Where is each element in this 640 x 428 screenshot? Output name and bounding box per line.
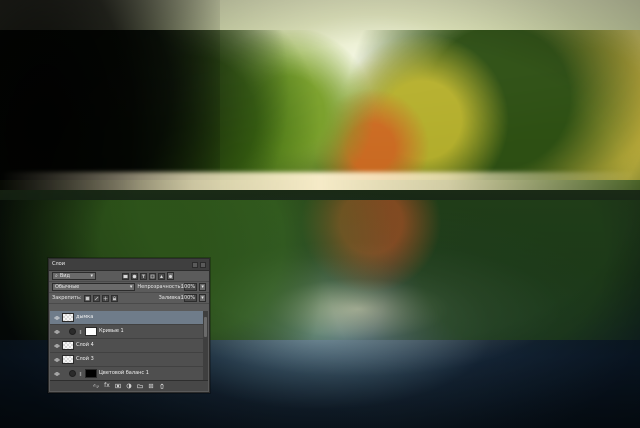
chevron-down-icon: ▾ (129, 283, 133, 290)
layers-bottom-bar: fx (50, 380, 208, 391)
blend-mode-value: Обычные (55, 283, 80, 290)
search-icon: ⌕ (55, 272, 58, 279)
blend-mode-select[interactable]: Обычные ▾ (52, 283, 136, 291)
layer-row-sloy3[interactable]: Слой 3 (50, 353, 208, 367)
fx-label: fx (104, 382, 110, 389)
eye-icon[interactable] (53, 370, 60, 377)
layer-name: Слой 4 (76, 342, 94, 348)
layer-name: дымка (76, 314, 94, 320)
filter-row: ⌕ Вид ▾ (49, 271, 209, 282)
filter-shape-icon[interactable] (149, 272, 156, 280)
layer-name: Слой 3 (76, 356, 94, 362)
new-group-icon[interactable] (136, 383, 144, 390)
filter-adjustment-icon[interactable] (131, 272, 138, 280)
layer-filter-select[interactable]: ⌕ Вид ▾ (52, 272, 96, 280)
layer-mask-thumbnail (85, 369, 97, 378)
new-layer-icon[interactable] (147, 383, 155, 390)
adjustment-layer-icon (69, 328, 76, 335)
layers-list[interactable]: дымка Кривые 1 Слой 4 Слой 3 Цветовой ба… (50, 311, 208, 380)
lock-transparent-pixels-icon[interactable] (83, 294, 91, 302)
layers-panel-titlebar[interactable]: Слои (49, 259, 209, 271)
layer-thumbnail (62, 355, 74, 364)
lock-image-pixels-icon[interactable] (92, 294, 100, 302)
new-adjustment-layer-icon[interactable] (125, 383, 133, 390)
filter-smart-object-icon[interactable] (158, 272, 165, 280)
filter-pixel-icon[interactable] (122, 272, 129, 280)
eye-icon[interactable] (53, 356, 60, 363)
layer-filter-value: Вид (59, 272, 70, 279)
layers-scrollbar[interactable] (203, 311, 208, 380)
lock-fill-row: Закрепить: Заливка: 100% ▾ (49, 293, 209, 304)
layer-row-sloy4[interactable]: Слой 4 (50, 339, 208, 353)
layer-name: Цветовой баланс 1 (99, 370, 149, 376)
document-canvas[interactable]: Слои ⌕ Вид ▾ Обычные ▾ Непрозрачность: 1… (0, 0, 640, 428)
lock-position-icon[interactable] (101, 294, 109, 302)
lock-all-icon[interactable] (110, 294, 118, 302)
eye-icon[interactable] (53, 342, 60, 349)
layer-row-dymka[interactable]: дымка (50, 311, 208, 325)
link-icon (78, 328, 83, 335)
panel-titlebar-controls (192, 261, 206, 268)
eye-icon[interactable] (53, 314, 60, 321)
layers-panel-title: Слои (52, 261, 65, 267)
eye-icon[interactable] (53, 328, 60, 335)
fill-slider-button[interactable]: ▾ (199, 294, 206, 302)
blend-opacity-row: Обычные ▾ Непрозрачность: 100% ▾ (49, 282, 209, 293)
delete-layer-icon[interactable] (158, 383, 166, 390)
layer-thumbnail (62, 313, 74, 322)
panel-close-button[interactable] (200, 261, 206, 268)
filter-toggle[interactable] (167, 272, 174, 280)
opacity-slider-button[interactable]: ▾ (199, 283, 206, 291)
add-mask-icon[interactable] (114, 383, 122, 390)
layers-panel[interactable]: Слои ⌕ Вид ▾ Обычные ▾ Непрозрачность: 1… (48, 258, 210, 393)
layer-row-color-balance[interactable]: Цветовой баланс 1 (50, 367, 208, 380)
layer-styles-button[interactable]: fx (103, 383, 111, 390)
opacity-value[interactable]: 100% (181, 283, 198, 291)
layer-thumbnail (62, 341, 74, 350)
layer-row-curves[interactable]: Кривые 1 (50, 325, 208, 339)
fill-value[interactable]: 100% (181, 294, 197, 302)
lock-label: Закрепить: (52, 294, 82, 301)
link-layers-icon[interactable] (92, 383, 100, 390)
chevron-down-icon: ▾ (90, 272, 93, 279)
layer-mask-thumbnail (85, 327, 97, 336)
fill-label: Заливка: (158, 294, 182, 301)
panel-menu-button[interactable] (192, 261, 198, 268)
opacity-label: Непрозрачность: (137, 283, 183, 290)
layer-name: Кривые 1 (99, 328, 124, 334)
layers-scrollbar-thumb[interactable] (204, 317, 207, 337)
link-icon (78, 370, 83, 377)
filter-type-icon[interactable] (140, 272, 147, 280)
adjustment-layer-icon (69, 370, 76, 377)
